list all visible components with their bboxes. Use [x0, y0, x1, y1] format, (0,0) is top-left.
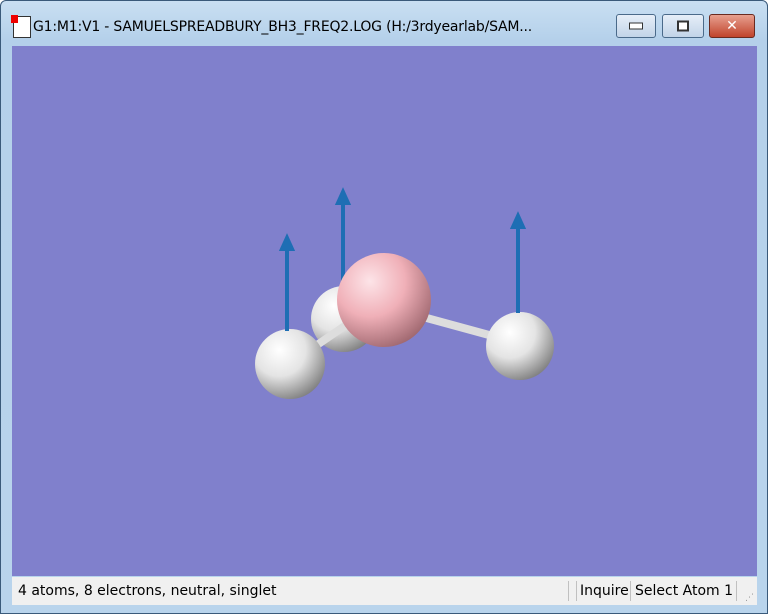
minimize-icon [629, 22, 643, 30]
window: G1:M1:V1 - SAMUELSPREADBURY_BH3_FREQ2.LO… [0, 0, 768, 614]
resize-grip-icon[interactable]: ⋰ [745, 593, 754, 603]
app-icon [11, 15, 31, 38]
window-title: G1:M1:V1 - SAMUELSPREADBURY_BH3_FREQ2.LO… [33, 19, 533, 35]
minimize-button[interactable] [616, 14, 656, 38]
action-indicator: Select Atom 1 [635, 583, 734, 599]
molecule-info: 4 atoms, 8 electrons, neutral, singlet [18, 583, 277, 599]
divider [630, 581, 631, 601]
atom-h-left[interactable] [255, 329, 325, 399]
close-icon: ✕ [726, 18, 738, 34]
close-button[interactable]: ✕ [709, 14, 755, 38]
atom-boron[interactable] [337, 253, 431, 347]
status-bar: 4 atoms, 8 electrons, neutral, singlet I… [12, 577, 757, 605]
maximize-icon [677, 20, 689, 32]
divider [576, 581, 577, 601]
molecule-viewport[interactable] [12, 46, 757, 576]
atom-h-right[interactable] [486, 312, 554, 380]
mode-indicator: Inquire [580, 583, 629, 599]
divider [568, 581, 569, 601]
maximize-button[interactable] [662, 14, 704, 38]
divider [736, 581, 737, 601]
